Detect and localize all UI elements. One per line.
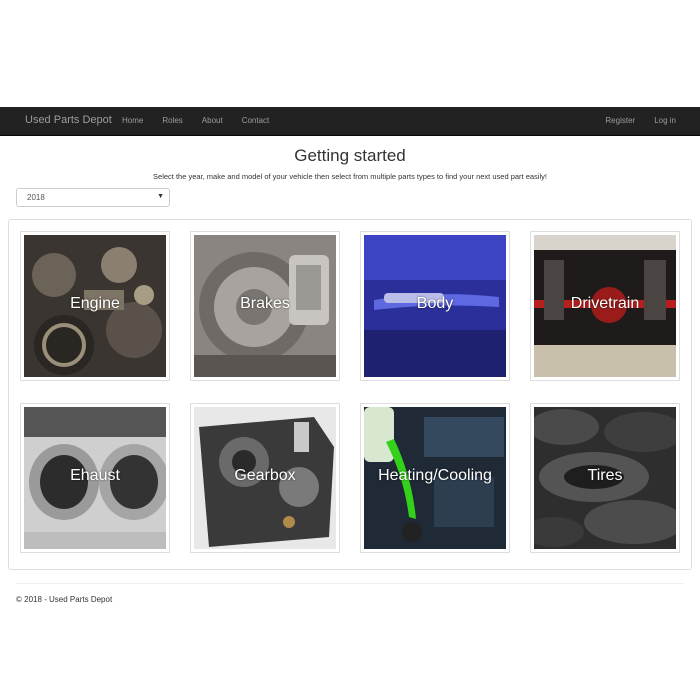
page-title: Getting started	[294, 146, 406, 165]
category-label: Brakes	[240, 295, 290, 312]
nav-link-home[interactable]: Home	[122, 116, 143, 125]
category-label: Drivetrain	[570, 295, 640, 312]
year-select-value: 2018	[27, 193, 45, 202]
category-tile-gearbox[interactable]: Gearbox	[190, 403, 340, 553]
nav-link-roles[interactable]: Roles	[162, 116, 182, 125]
category-label: Heating/Cooling	[378, 467, 492, 484]
footer-text: © 2018 - Used Parts Depot	[16, 595, 113, 604]
category-tile-brakes[interactable]: Brakes	[190, 231, 340, 381]
category-tile-body[interactable]: Body	[360, 231, 510, 381]
category-label: Engine	[70, 295, 120, 312]
chevron-down-icon: ▼	[157, 193, 164, 200]
nav-account-links: Register Log in	[586, 116, 676, 125]
category-tile-heating-cooling[interactable]: Heating/Cooling	[360, 403, 510, 553]
category-label: Tires	[587, 467, 623, 484]
nav-link-about[interactable]: About	[202, 116, 223, 125]
category-label: Ehaust	[70, 467, 120, 484]
nav-links: Home Roles About Contact	[122, 116, 288, 125]
register-link[interactable]: Register	[605, 116, 635, 125]
footer-divider	[16, 583, 684, 584]
year-select[interactable]: 2018 ▼	[16, 188, 170, 207]
brand-link[interactable]: Used Parts Depot	[25, 114, 112, 126]
category-tile-drivetrain[interactable]: Drivetrain	[530, 231, 680, 381]
category-label: Body	[416, 295, 454, 312]
login-link[interactable]: Log in	[654, 116, 676, 125]
category-tile-tires[interactable]: Tires	[530, 403, 680, 553]
category-tile-ehaust[interactable]: Ehaust	[20, 403, 170, 553]
category-label: Gearbox	[234, 467, 296, 484]
nav-link-contact[interactable]: Contact	[242, 116, 270, 125]
category-tile-engine[interactable]: Engine	[20, 231, 170, 381]
navbar: Used Parts Depot Home Roles About Contac…	[0, 107, 700, 136]
page-subtitle: Select the year, make and model of your …	[153, 172, 547, 181]
